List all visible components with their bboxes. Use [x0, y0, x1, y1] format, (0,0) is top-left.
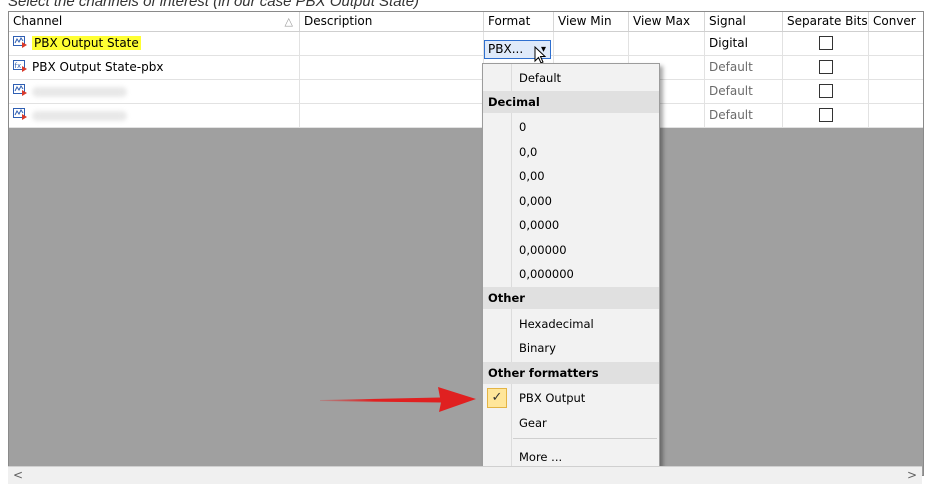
expression-channel-icon: fx — [13, 60, 27, 72]
menu-item-decimal-4[interactable]: 0,0000 — [483, 213, 659, 238]
menu-header-decimal: Decimal — [483, 91, 659, 113]
checkmark-icon: ✓ — [487, 388, 507, 408]
col-header-view-min[interactable]: View Min — [554, 12, 629, 31]
description-cell[interactable] — [300, 104, 484, 127]
instruction-caption: Select the channels of interest (in our … — [8, 0, 420, 10]
format-dropdown-value: PBX... — [488, 42, 524, 56]
menu-header-other-formatters: Other formatters — [483, 362, 659, 384]
conversion-cell[interactable] — [869, 80, 923, 103]
col-header-signal[interactable]: Signal — [705, 12, 783, 31]
grid-header: Channel △ Description Format View Min Vi… — [9, 12, 923, 32]
table-row[interactable]: PBX Output State Digital — [9, 32, 923, 56]
signal-cell[interactable]: Default — [705, 80, 783, 103]
col-header-view-max[interactable]: View Max — [629, 12, 705, 31]
conversion-cell[interactable] — [869, 32, 923, 55]
annotation-arrow-icon — [320, 387, 476, 412]
blurred-channel-name — [32, 110, 127, 121]
horizontal-scrollbar[interactable]: < > — [8, 466, 922, 484]
menu-item-decimal-5[interactable]: 0,00000 — [483, 238, 659, 263]
format-menu: Default Decimal 0 0,0 0,00 0,000 0,0000 … — [482, 63, 660, 469]
menu-separator — [513, 438, 657, 439]
table-row[interactable]: Default — [9, 104, 923, 128]
col-header-description[interactable]: Description — [300, 12, 484, 31]
col-header-format[interactable]: Format — [484, 12, 554, 31]
analog-channel-icon — [13, 84, 27, 96]
scroll-right-icon[interactable]: > — [904, 467, 920, 484]
menu-item-hexadecimal[interactable]: Hexadecimal — [483, 312, 659, 337]
separate-bits-checkbox[interactable] — [818, 83, 833, 98]
menu-item-gear[interactable]: Gear — [483, 411, 659, 436]
description-cell[interactable] — [300, 80, 484, 103]
separate-bits-checkbox[interactable] — [818, 35, 833, 50]
menu-header-other: Other — [483, 287, 659, 309]
menu-item-pbx-output[interactable]: ✓ PBX Output — [483, 386, 659, 411]
col-header-channel[interactable]: Channel △ — [9, 12, 300, 31]
signal-cell[interactable]: Default — [705, 104, 783, 127]
channel-name: PBX Output State-pbx — [32, 60, 164, 74]
analog-channel-icon — [13, 108, 27, 120]
view-min-cell[interactable] — [554, 32, 629, 55]
conversion-cell[interactable] — [869, 56, 923, 79]
menu-item-decimal-1[interactable]: 0,0 — [483, 140, 659, 165]
description-cell[interactable] — [300, 32, 484, 55]
menu-item-decimal-2[interactable]: 0,00 — [483, 164, 659, 189]
menu-item-default[interactable]: Default — [483, 66, 659, 91]
table-row[interactable]: Default — [9, 80, 923, 104]
conversion-cell[interactable] — [869, 104, 923, 127]
view-max-cell[interactable] — [629, 32, 705, 55]
signal-cell[interactable]: Digital — [705, 32, 783, 55]
col-header-separate-bits[interactable]: Separate Bits — [783, 12, 869, 31]
analog-channel-icon — [13, 36, 27, 48]
menu-item-decimal-0[interactable]: 0 — [483, 115, 659, 140]
separate-bits-checkbox[interactable] — [818, 107, 833, 122]
menu-item-decimal-3[interactable]: 0,000 — [483, 189, 659, 214]
menu-item-decimal-6[interactable]: 0,000000 — [483, 262, 659, 287]
blurred-channel-name — [32, 86, 127, 97]
sort-ascending-icon: △ — [284, 15, 293, 28]
separate-bits-checkbox[interactable] — [818, 59, 833, 74]
table-row[interactable]: fx PBX Output State-pbx Default — [9, 56, 923, 80]
signal-cell[interactable]: Default — [705, 56, 783, 79]
scroll-left-icon[interactable]: < — [10, 467, 26, 484]
channel-name: PBX Output State — [32, 36, 141, 50]
col-header-conversion[interactable]: Conver — [869, 12, 923, 31]
description-cell[interactable] — [300, 56, 484, 79]
menu-item-binary[interactable]: Binary — [483, 336, 659, 361]
svg-text:fx: fx — [15, 62, 22, 70]
